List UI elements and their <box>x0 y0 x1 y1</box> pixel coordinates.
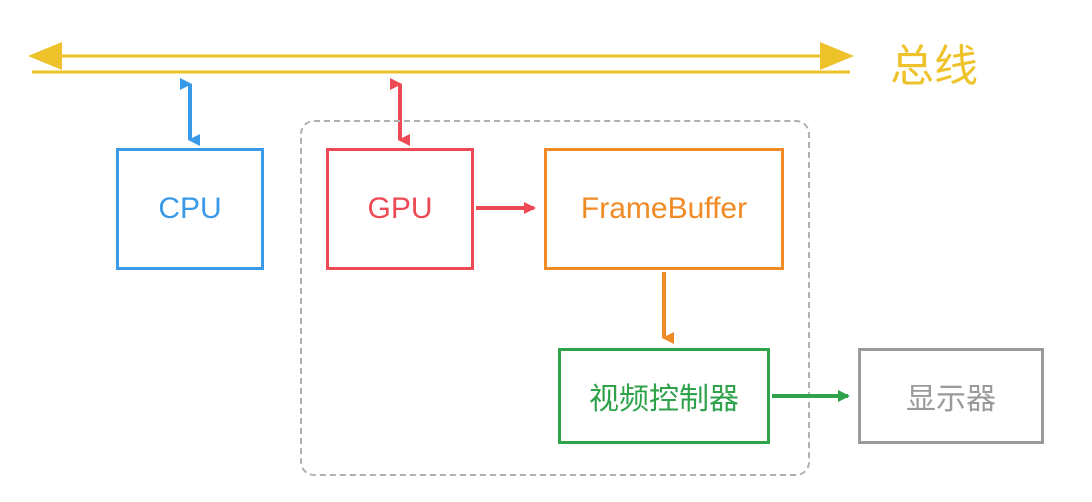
display-label: 显示器 <box>906 374 996 418</box>
cpu-label: CPU <box>158 192 221 226</box>
framebuffer-label: FrameBuffer <box>581 192 747 226</box>
bus-arrow-icon <box>0 34 882 94</box>
video-to-display-arrow-icon <box>770 384 860 408</box>
framebuffer-box: FrameBuffer <box>544 148 784 270</box>
video-controller-label: 视频控制器 <box>589 374 739 418</box>
bus-label: 总线 <box>890 30 978 94</box>
diagram-canvas: 总线 CPU GPU <box>0 0 1092 502</box>
cpu-box: CPU <box>116 148 264 270</box>
video-controller-box: 视频控制器 <box>558 348 770 444</box>
gpu-box: GPU <box>326 148 474 270</box>
gpu-to-framebuffer-arrow-icon <box>474 196 546 220</box>
gpu-label: GPU <box>367 192 432 226</box>
display-box: 显示器 <box>858 348 1044 444</box>
cpu-bus-arrow-icon <box>178 74 202 150</box>
framebuffer-to-video-arrow-icon <box>652 270 676 350</box>
